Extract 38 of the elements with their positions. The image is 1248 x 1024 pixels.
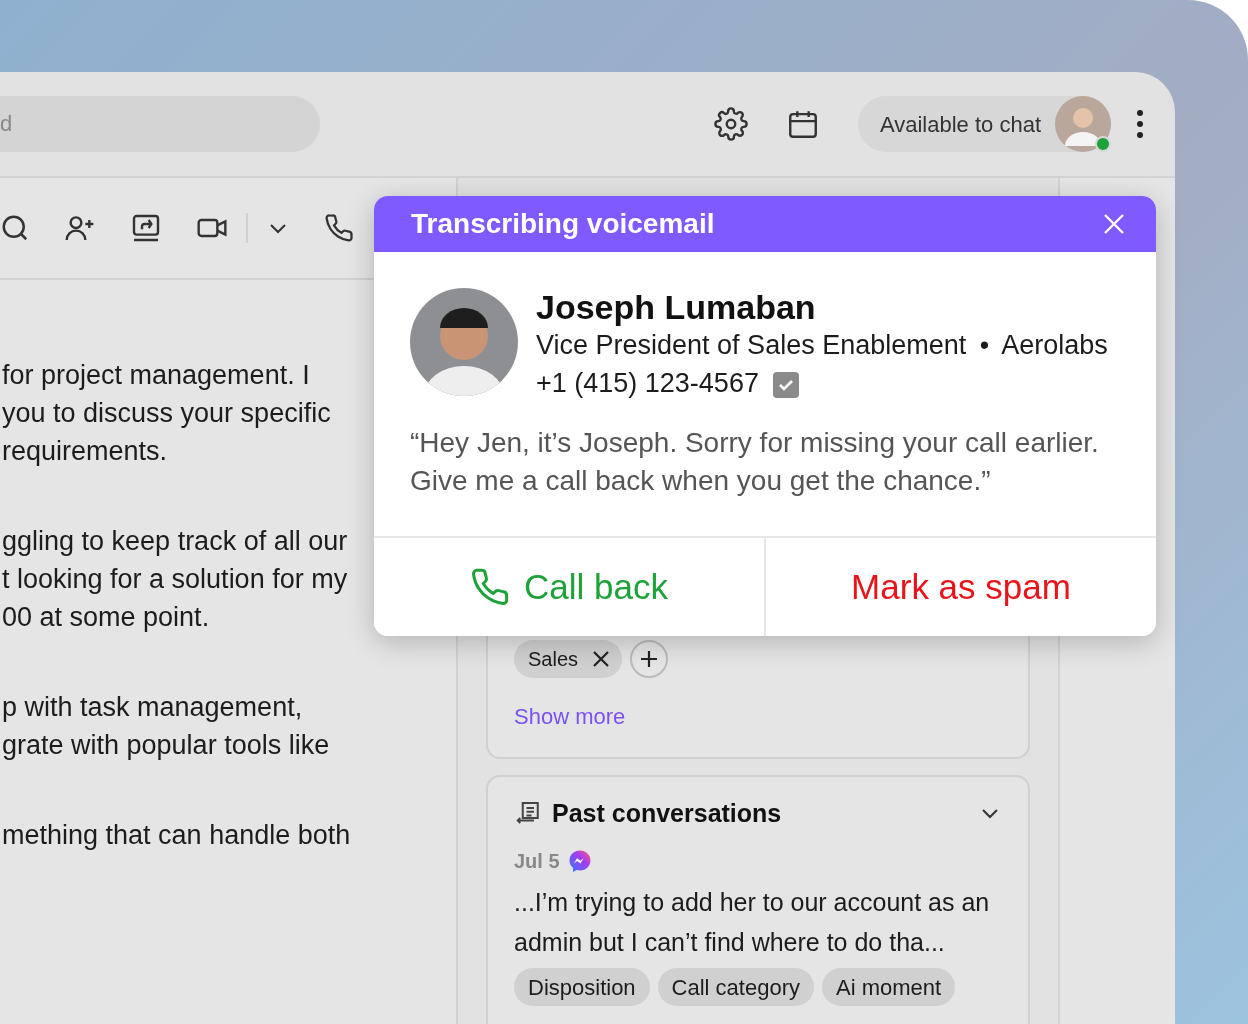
tag-chip: Call category bbox=[657, 968, 814, 1006]
add-tag-button[interactable] bbox=[630, 639, 669, 678]
tag-chip: Ai moment bbox=[822, 968, 956, 1006]
message-text: p with task management, grate with popular tools like bbox=[2, 691, 330, 762]
search-icon[interactable] bbox=[0, 213, 30, 243]
conversation-date: Jul 5 bbox=[514, 849, 560, 874]
phone-icon bbox=[470, 567, 510, 607]
phone-number: +1 (415) 123-4567 bbox=[536, 368, 759, 398]
more-options-icon[interactable] bbox=[1135, 109, 1145, 139]
close-button[interactable] bbox=[1102, 212, 1126, 236]
phone-icon[interactable] bbox=[324, 213, 354, 243]
message-preview: ...I’m trying to add her to our account as an admin but I can’t find where to do tha... bbox=[514, 887, 991, 958]
contact-name: Joseph Lumaban bbox=[536, 288, 817, 326]
search-field[interactable]: d bbox=[0, 96, 320, 152]
popup-title: Transcribing voicemail bbox=[411, 207, 715, 241]
separator-dot: • bbox=[979, 330, 990, 360]
share-screen-icon[interactable] bbox=[130, 212, 162, 244]
message-text: for project management. I you to discuss your specific requirements. bbox=[2, 359, 331, 468]
voicemail-transcript: “Hey Jen, it’s Joseph. Sorry for missing your call earlier. Give me a call back when you get the chance.” bbox=[410, 426, 1100, 498]
message-text: mething that can handle both bbox=[2, 819, 351, 852]
message-text: ggling to keep track of all our t looking for a solution for my 00 at some point. bbox=[2, 525, 348, 634]
show-more-link[interactable]: Show more bbox=[514, 699, 626, 733]
avatar bbox=[1055, 96, 1111, 152]
status-label: Available to chat bbox=[879, 110, 1041, 139]
tag-chip: Sales bbox=[514, 639, 623, 678]
section-title: Past conversations bbox=[552, 797, 782, 829]
remove-tag-button[interactable] bbox=[592, 649, 611, 668]
job-title: Vice President of Sales Enablement bbox=[536, 330, 967, 360]
settings-icon[interactable] bbox=[713, 107, 748, 141]
company-name: Aerolabs bbox=[1001, 330, 1108, 360]
mark-as-spam-button[interactable]: Mark as spam bbox=[764, 538, 1156, 636]
close-icon bbox=[1102, 212, 1126, 236]
tag-chip: Disposition bbox=[514, 968, 650, 1006]
status-selector[interactable]: Available to chat bbox=[857, 96, 1111, 152]
plus-icon bbox=[639, 648, 660, 669]
call-back-button[interactable]: Call back bbox=[374, 538, 764, 636]
messenger-icon bbox=[567, 849, 592, 873]
close-icon bbox=[592, 649, 611, 668]
